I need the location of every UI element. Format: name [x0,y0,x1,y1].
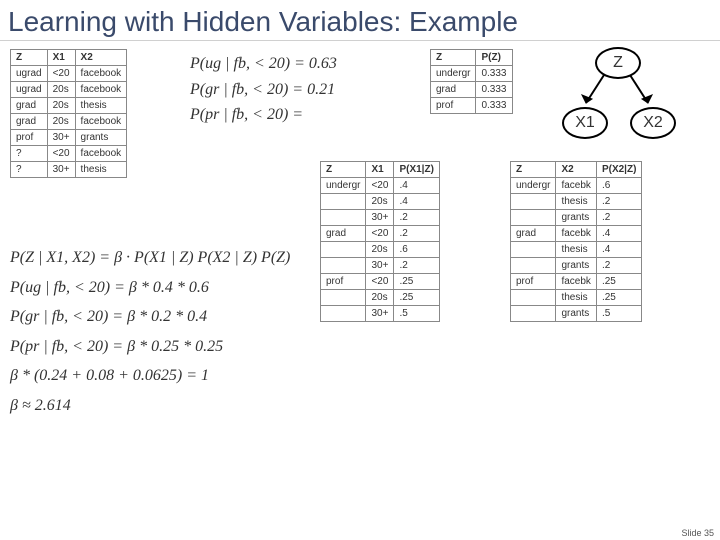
px2z-table: Z X2 P(X2|Z) undergrfacebk.6 thesis.2 gr… [510,161,642,322]
formula-line: P(ug | fb, < 20) = β * 0.4 * 0.6 [10,273,290,303]
edge-z-x1 [578,73,608,111]
posterior-formulas: P(ug | fb, < 20) = 0.63 P(gr | fb, < 20)… [190,51,337,128]
col-z: Z [431,50,476,66]
formula-line: P(gr | fb, < 20) = β * 0.2 * 0.4 [10,302,290,332]
col-x2: X2 [75,50,127,66]
training-data-table: Z X1 X2 ugrad<20facebook ugrad20sfaceboo… [10,49,127,178]
col-z: Z [11,50,48,66]
derivation-formulas: P(Z | X1, X2) = β · P(X1 | Z) P(X2 | Z) … [10,243,290,421]
formula-line: β * (0.24 + 0.08 + 0.0625) = 1 [10,361,290,391]
col-pz: P(Z) [476,50,512,66]
formula-line: β ≈ 2.614 [10,391,290,421]
formula-line: P(pr | fb, < 20) = β * 0.25 * 0.25 [10,332,290,362]
pz-table: Z P(Z) undergr0.333 grad0.333 prof0.333 [430,49,513,114]
slide-number: Slide 35 [681,528,714,538]
slide-title: Learning with Hidden Variables: Example [0,0,720,41]
col-x1: X1 [47,50,75,66]
formula-line: P(pr | fb, < 20) = [190,102,337,128]
node-x1: X1 [562,107,608,139]
formula-line: P(gr | fb, < 20) = 0.21 [190,77,337,103]
formula-line: P(Z | X1, X2) = β · P(X1 | Z) P(X2 | Z) … [10,243,290,273]
edge-z-x2 [626,73,656,111]
node-x2: X2 [630,107,676,139]
content-area: Z X1 X2 ugrad<20facebook ugrad20sfaceboo… [0,41,720,49]
px1z-table: Z X1 P(X1|Z) undergr<20.4 20s.4 30+.2 gr… [320,161,440,322]
formula-line: P(ug | fb, < 20) = 0.63 [190,51,337,77]
